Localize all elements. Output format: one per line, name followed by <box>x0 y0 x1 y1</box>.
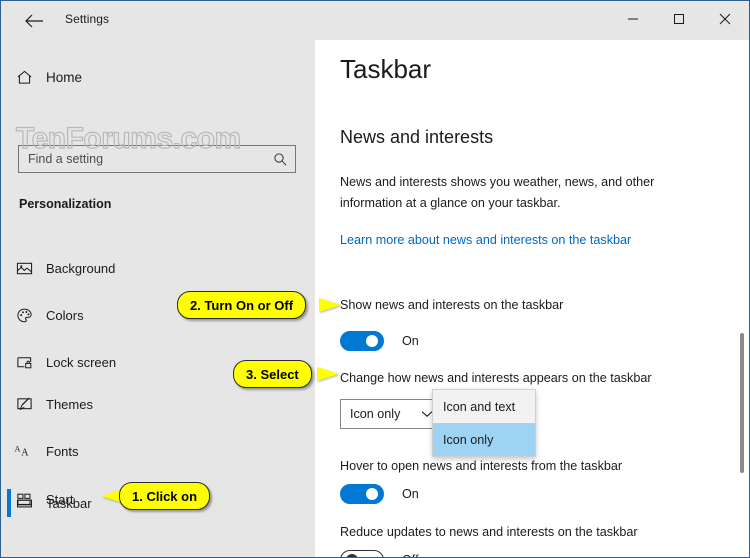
maximize-button[interactable] <box>656 3 702 35</box>
search-icon <box>265 152 295 167</box>
back-button[interactable] <box>12 4 56 38</box>
sidebar-item-lock-screen-label: Lock screen <box>46 354 117 370</box>
back-arrow-icon <box>25 14 43 28</box>
sidebar-item-home[interactable]: Home <box>2 58 315 96</box>
dropdown-option-icon-only[interactable]: Icon only <box>433 423 535 456</box>
appearance-dropdown-list[interactable]: Icon and text Icon only <box>432 389 536 457</box>
reduce-updates-state: Off <box>402 553 419 557</box>
home-icon <box>2 69 46 86</box>
sidebar-item-colors-label: Colors <box>46 307 84 323</box>
scrollbar-thumb[interactable] <box>740 333 744 473</box>
page-title: Taskbar <box>340 54 432 84</box>
appearance-label: Change how news and interests appears on… <box>340 371 652 385</box>
show-news-toggle-row[interactable]: On <box>340 331 419 351</box>
callout-3-tail <box>317 367 339 381</box>
group-title: News and interests <box>340 127 494 147</box>
hover-open-label: Hover to open news and interests from th… <box>340 459 623 473</box>
sidebar-item-fonts[interactable]: A A Fonts <box>2 432 315 470</box>
callout-2-tail <box>319 298 341 312</box>
search-input[interactable] <box>19 152 265 166</box>
sidebar-item-fonts-label: Fonts <box>46 443 79 459</box>
hover-open-state: On <box>402 487 419 501</box>
sidebar-category-title: Personalization <box>19 197 112 211</box>
lock-screen-icon <box>2 354 46 371</box>
show-news-toggle[interactable] <box>340 331 384 351</box>
callout-click-on: 1. Click on <box>119 482 211 510</box>
close-icon <box>719 13 731 25</box>
sidebar-item-themes-label: Themes <box>46 396 93 412</box>
dropdown-option-icon-and-text[interactable]: Icon and text <box>433 390 535 423</box>
taskbar-icon <box>2 495 46 512</box>
group-description: News and interests shows you weather, ne… <box>340 175 655 210</box>
learn-more-link[interactable]: Learn more about news and interests on t… <box>340 233 631 247</box>
minimize-button[interactable] <box>610 3 656 35</box>
sidebar-item-background-label: Background <box>46 260 116 276</box>
palette-icon <box>2 307 46 324</box>
callout-turn-on-or-off: 2. Turn On or Off <box>177 291 307 319</box>
reduce-updates-toggle[interactable] <box>340 550 384 557</box>
svg-text:A: A <box>21 447 29 458</box>
hover-open-toggle-row[interactable]: On <box>340 484 419 504</box>
toggle-knob <box>366 335 378 347</box>
main-content: Taskbar News and interests News and inte… <box>315 40 749 557</box>
picture-icon <box>2 260 46 277</box>
hover-open-toggle[interactable] <box>340 484 384 504</box>
appearance-dropdown[interactable]: Icon only <box>340 399 441 429</box>
toggle-knob <box>366 488 378 500</box>
callout-select: 3. Select <box>233 360 312 388</box>
window-title: Settings <box>65 12 110 26</box>
svg-text:A: A <box>14 444 20 453</box>
reduce-updates-toggle-row[interactable]: Off <box>340 550 419 557</box>
sidebar-item-background[interactable]: Background <box>2 249 315 287</box>
show-news-label: Show news and interests on the taskbar <box>340 298 564 312</box>
reduce-updates-label: Reduce updates to news and interests on … <box>340 525 638 539</box>
toggle-knob <box>346 554 358 557</box>
paintbrush-icon <box>2 396 46 413</box>
maximize-icon <box>674 14 684 24</box>
settings-window: Settings Home Find a setting TenForums.c… <box>0 0 750 558</box>
sidebar-item-home-label: Home <box>46 69 83 85</box>
search-box[interactable] <box>18 145 296 173</box>
scrollbar[interactable] <box>736 40 748 557</box>
sidebar-item-themes[interactable]: Themes <box>2 385 315 423</box>
close-button[interactable] <box>702 3 748 35</box>
title-bar: Settings <box>2 2 749 40</box>
fonts-aa-icon: A A <box>2 443 46 460</box>
appearance-selected-value: Icon only <box>350 407 401 421</box>
minimize-icon <box>628 18 638 20</box>
show-news-state: On <box>402 334 419 348</box>
sidebar-item-taskbar-label: Taskbar <box>46 495 92 511</box>
